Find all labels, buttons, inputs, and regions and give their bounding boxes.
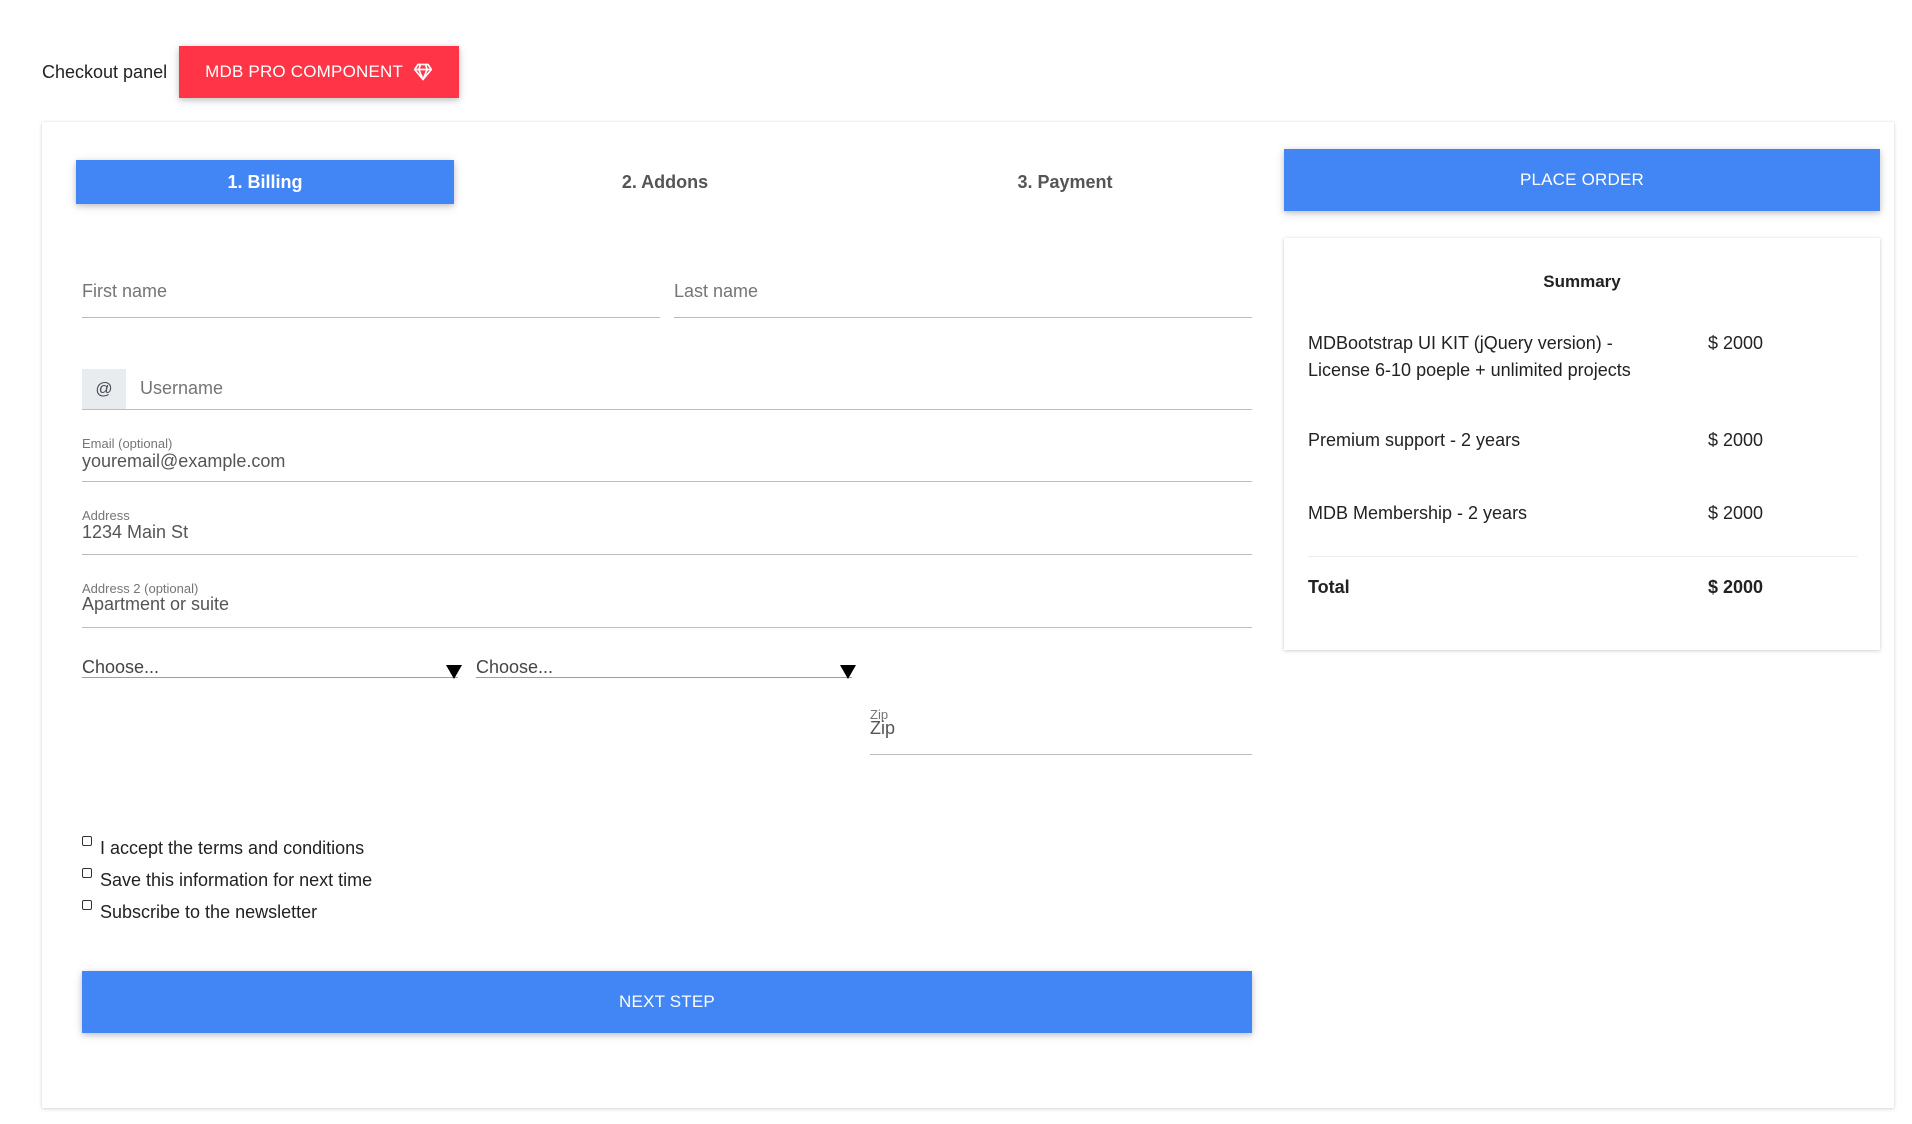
summary-item-name: Premium support - 2 years (1308, 430, 1521, 450)
summary-item-price: $ 2000 (1708, 430, 1764, 450)
summary-item-price: $ 2000 (1708, 503, 1764, 523)
page-header: Checkout panel MDB PRO COMPONENT (42, 46, 460, 98)
summary-item-name: MDBootstrap UI KIT (jQuery version) - Li… (1308, 333, 1631, 380)
country-select[interactable]: Choose... (82, 657, 462, 679)
diamond-icon (413, 63, 433, 81)
summary-item-price: $ 2000 (1708, 333, 1764, 353)
summary-item-name: MDB Membership - 2 years (1308, 503, 1528, 523)
summary-title: Summary (1543, 272, 1621, 291)
username-field[interactable]: Username (126, 369, 1252, 409)
username-prefix: @ (82, 369, 126, 409)
address-field[interactable]: Address 1234 Main St (82, 508, 1252, 555)
terms-checkbox-label[interactable]: I accept the terms and conditions (100, 838, 364, 859)
newsletter-checkbox-label[interactable]: Subscribe to the newsletter (100, 902, 317, 923)
address-label: Address (82, 508, 130, 523)
save-info-checkbox[interactable] (82, 868, 92, 878)
first-name-placeholder: First name (82, 281, 168, 301)
checkout-panel-title: Checkout panel (42, 61, 168, 82)
pro-badge-label: MDB PRO COMPONENT (205, 62, 404, 81)
username-input-group: @ Username (82, 369, 1252, 410)
checkout-panel: 1. Billing 2. Addons 3. Payment First na… (42, 122, 1894, 1108)
order-summary-card: Summary MDBootstrap UI KIT (jQuery versi… (1284, 238, 1880, 650)
tab-billing[interactable]: 1. Billing (76, 160, 454, 204)
address-placeholder: 1234 Main St (82, 522, 189, 542)
zip-placeholder: Zip (870, 718, 896, 738)
save-info-checkbox-row[interactable]: Save this information for next time (82, 866, 372, 896)
email-placeholder: youremail@example.com (82, 451, 286, 471)
chevron-down-icon (446, 665, 462, 679)
mdb-pro-component-button[interactable]: MDB PRO COMPONENT (179, 46, 460, 98)
place-order-button[interactable]: PLACE ORDER (1284, 149, 1880, 211)
newsletter-checkbox-row[interactable]: Subscribe to the newsletter (82, 898, 372, 928)
first-name-field[interactable]: First name (82, 278, 660, 318)
summary-total-label: Total (1308, 577, 1350, 597)
chevron-down-icon (840, 665, 856, 679)
state-select[interactable]: Choose... (476, 657, 856, 679)
save-info-checkbox-label[interactable]: Save this information for next time (100, 870, 372, 891)
zip-field[interactable]: Zip Zip (870, 707, 1252, 755)
username-placeholder: Username (140, 378, 224, 398)
last-name-field[interactable]: Last name (674, 278, 1252, 318)
tab-payment[interactable]: 3. Payment (876, 160, 1254, 204)
summary-total-price: $ 2000 (1708, 577, 1764, 597)
options-checkboxes: I accept the terms and conditions Save t… (82, 834, 372, 930)
tab-addons[interactable]: 2. Addons (476, 160, 854, 204)
next-step-button[interactable]: NEXT STEP (82, 971, 1252, 1033)
checkout-steps-tabs: 1. Billing 2. Addons 3. Payment (76, 160, 1276, 204)
last-name-placeholder: Last name (674, 281, 759, 301)
address2-placeholder: Apartment or suite (82, 594, 230, 614)
newsletter-checkbox[interactable] (82, 900, 92, 910)
state-select-value: Choose... (476, 657, 554, 677)
address2-field[interactable]: Address 2 (optional) Apartment or suite (82, 581, 1252, 628)
email-label: Email (optional) (82, 436, 173, 451)
terms-checkbox-row[interactable]: I accept the terms and conditions (82, 834, 372, 864)
country-select-value: Choose... (82, 657, 160, 677)
email-field[interactable]: Email (optional) youremail@example.com (82, 436, 1252, 482)
summary-divider (1308, 556, 1858, 557)
terms-checkbox[interactable] (82, 836, 92, 846)
